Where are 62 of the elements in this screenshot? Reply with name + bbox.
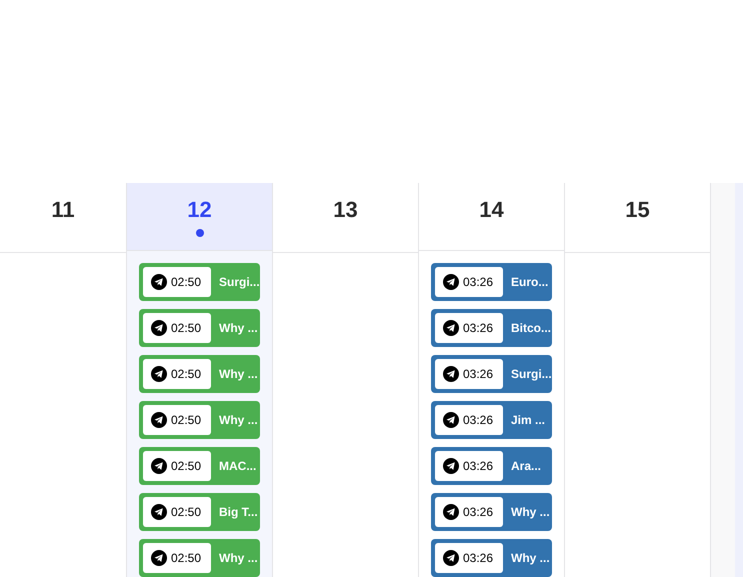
event-title: Jim ... xyxy=(511,412,546,429)
event-title: Why ... xyxy=(219,320,258,337)
event-title: Why ... xyxy=(219,550,258,567)
event-time: 03:26 xyxy=(463,366,494,383)
event-time: 03:26 xyxy=(463,504,494,521)
event-chip[interactable]: 02:50 Big T... xyxy=(139,493,260,531)
event-title: Why ... xyxy=(219,366,258,383)
event-time: 02:50 xyxy=(171,274,202,291)
event-time: 02:50 xyxy=(171,366,202,383)
event-title: Surgi... xyxy=(219,274,260,291)
day-number: 14 xyxy=(479,197,504,223)
event-title: Ara... xyxy=(511,458,542,475)
event-chip[interactable]: 03:26 Euro... xyxy=(431,263,552,301)
event-chip[interactable]: 02:50 Why ... xyxy=(139,309,260,347)
event-chip[interactable]: 02:50 Why ... xyxy=(139,539,260,577)
event-chip[interactable]: 03:26 Why ... xyxy=(431,493,552,531)
send-icon xyxy=(443,458,459,474)
event-time: 03:26 xyxy=(463,550,494,567)
day-number: 15 xyxy=(625,197,650,223)
event-time: 03:26 xyxy=(463,458,494,475)
send-icon xyxy=(443,366,459,382)
event-chip[interactable]: 02:50 Surgi... xyxy=(139,263,260,301)
event-time: 03:26 xyxy=(463,274,494,291)
event-title: Why ... xyxy=(219,412,258,429)
send-icon xyxy=(151,504,167,520)
event-chip[interactable]: 02:50 Why ... xyxy=(139,355,260,393)
event-title: Surgi... xyxy=(511,366,552,383)
send-icon xyxy=(151,274,167,290)
event-title: MAC... xyxy=(219,458,256,475)
event-title: Why ... xyxy=(511,504,550,521)
send-icon xyxy=(443,274,459,290)
event-time: 03:26 xyxy=(463,320,494,337)
day-header[interactable]: 12 xyxy=(127,183,272,251)
event-chip[interactable]: 03:26 Ara... xyxy=(431,447,552,485)
event-time: 02:50 xyxy=(171,504,202,521)
send-icon xyxy=(443,504,459,520)
send-icon xyxy=(151,320,167,336)
event-title: Bitco... xyxy=(511,320,552,337)
event-time: 02:50 xyxy=(171,550,202,567)
event-title: Why ... xyxy=(511,550,550,567)
day-number: 12 xyxy=(187,197,212,223)
send-icon xyxy=(151,412,167,428)
day-number: 13 xyxy=(333,197,358,223)
event-chip[interactable]: 03:26 Bitco... xyxy=(431,309,552,347)
event-chip[interactable]: 02:50 MAC... xyxy=(139,447,260,485)
event-chip[interactable]: 03:26 Why ... xyxy=(431,539,552,577)
send-icon xyxy=(151,366,167,382)
send-icon xyxy=(443,550,459,566)
event-chip[interactable]: 03:26 Surgi... xyxy=(431,355,552,393)
event-time: 03:26 xyxy=(463,412,494,429)
event-time: 02:50 xyxy=(171,412,202,429)
event-title: Euro... xyxy=(511,274,548,291)
event-time: 02:50 xyxy=(171,458,202,475)
send-icon xyxy=(443,412,459,428)
event-time: 02:50 xyxy=(171,320,202,337)
send-icon xyxy=(151,458,167,474)
send-icon xyxy=(151,550,167,566)
event-title: Big T... xyxy=(219,504,258,521)
event-chip[interactable]: 03:26 Jim ... xyxy=(431,401,552,439)
event-chip[interactable]: 02:50 Why ... xyxy=(139,401,260,439)
day-number: 11 xyxy=(51,197,75,223)
send-icon xyxy=(443,320,459,336)
